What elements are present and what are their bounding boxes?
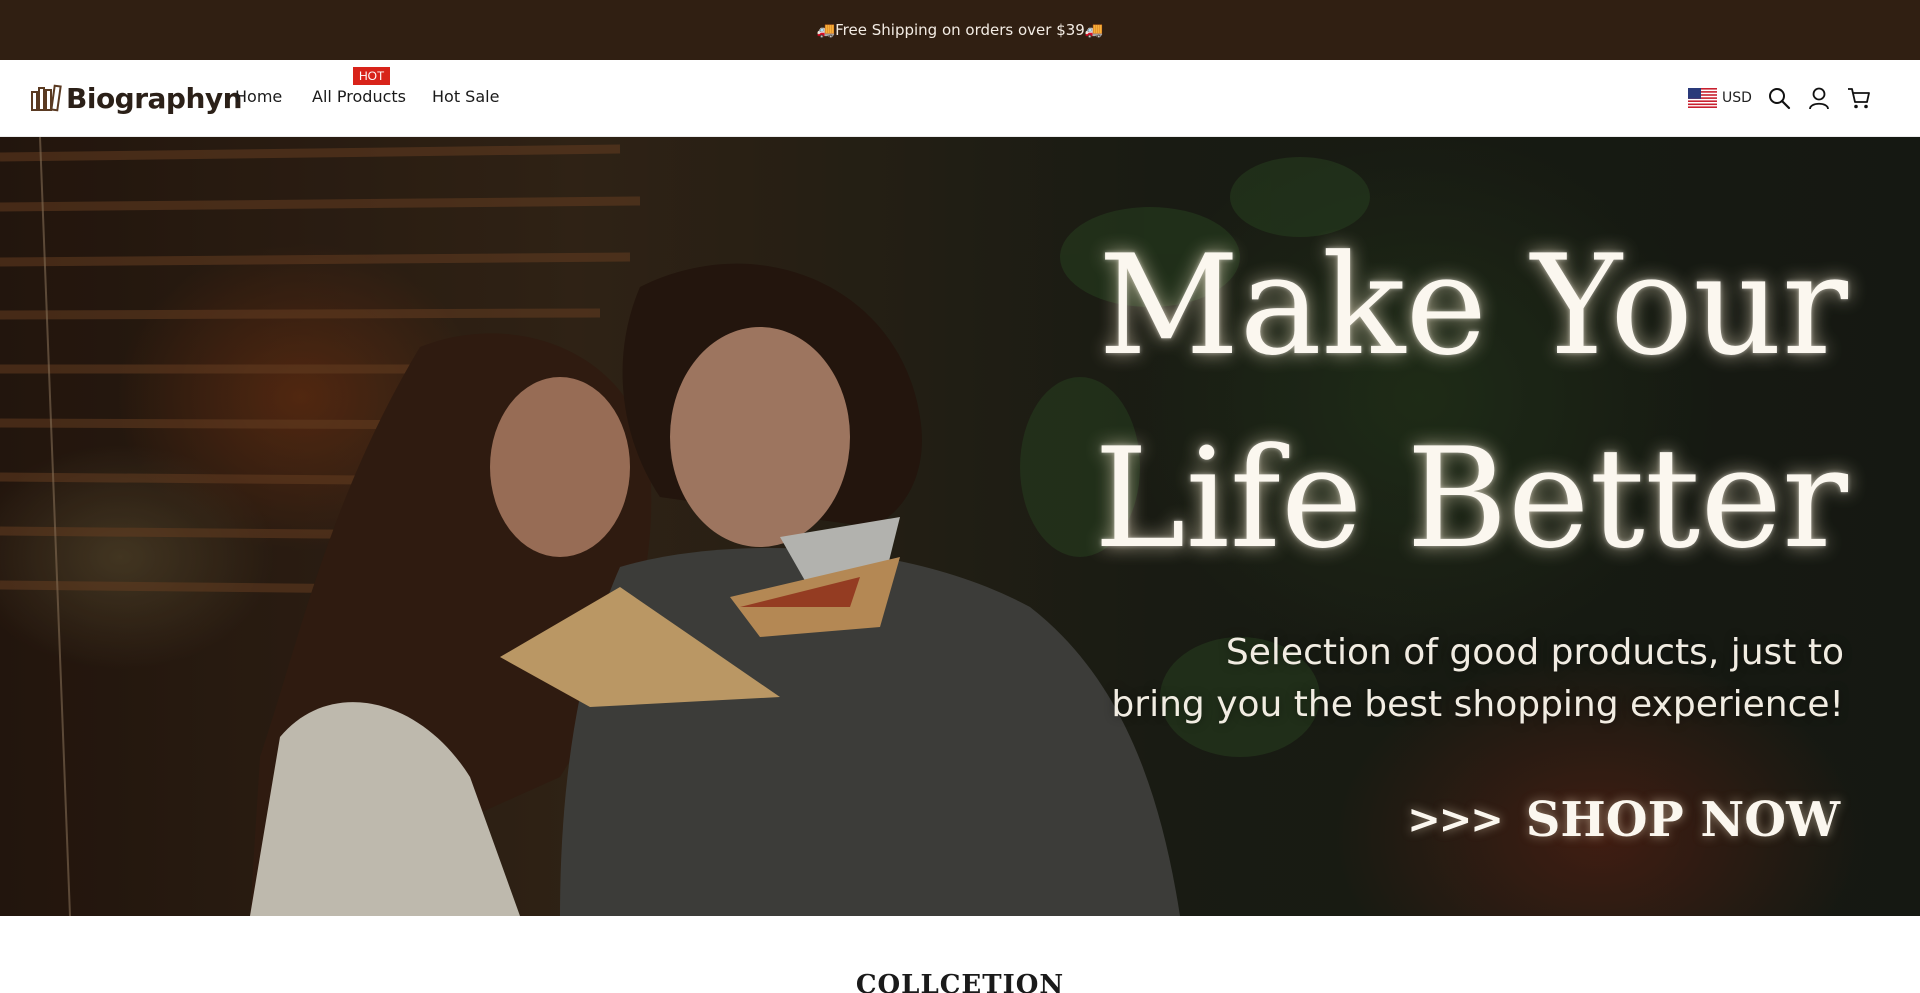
shop-now-button[interactable]: >>> SHOP NOW bbox=[1407, 792, 1840, 848]
hero-title-line1: Make Your bbox=[1098, 225, 1848, 386]
currency-selector[interactable]: USD bbox=[1688, 88, 1752, 108]
hot-badge: HOT bbox=[353, 67, 391, 85]
account-icon[interactable] bbox=[1806, 85, 1832, 111]
nav-hot-sale[interactable]: Hot Sale bbox=[432, 87, 499, 106]
nav-all-products[interactable]: All Products bbox=[312, 87, 406, 106]
arrows-icon: >>> bbox=[1407, 797, 1504, 843]
us-flag-icon bbox=[1688, 88, 1717, 108]
announcement-bar: 🚚Free Shipping on orders over $39🚚 bbox=[0, 0, 1920, 60]
books-logo-icon bbox=[31, 84, 62, 112]
hero-subtitle-line2: bring you the best shopping experience! bbox=[1111, 684, 1844, 725]
currency-code: USD bbox=[1722, 90, 1752, 106]
hero-title-line2: Life Better bbox=[1093, 418, 1848, 579]
nav-home[interactable]: Home bbox=[235, 87, 282, 106]
hero-banner[interactable]: Make Your Life Better Selection of good … bbox=[0, 137, 1920, 916]
site-logo[interactable]: Biographyn bbox=[30, 80, 243, 116]
logo-text: Biographyn bbox=[66, 81, 243, 115]
search-icon[interactable] bbox=[1766, 85, 1792, 111]
announcement-text: 🚚Free Shipping on orders over $39🚚 bbox=[816, 21, 1104, 39]
shop-now-label: SHOP NOW bbox=[1525, 792, 1840, 848]
collection-heading: COLLCETION bbox=[855, 970, 1065, 993]
hero-subtitle-line1: Selection of good products, just to bbox=[1225, 632, 1844, 673]
site-header: Biographyn Home HOT All Products Hot Sal… bbox=[0, 60, 1920, 137]
cart-icon[interactable] bbox=[1846, 85, 1872, 111]
